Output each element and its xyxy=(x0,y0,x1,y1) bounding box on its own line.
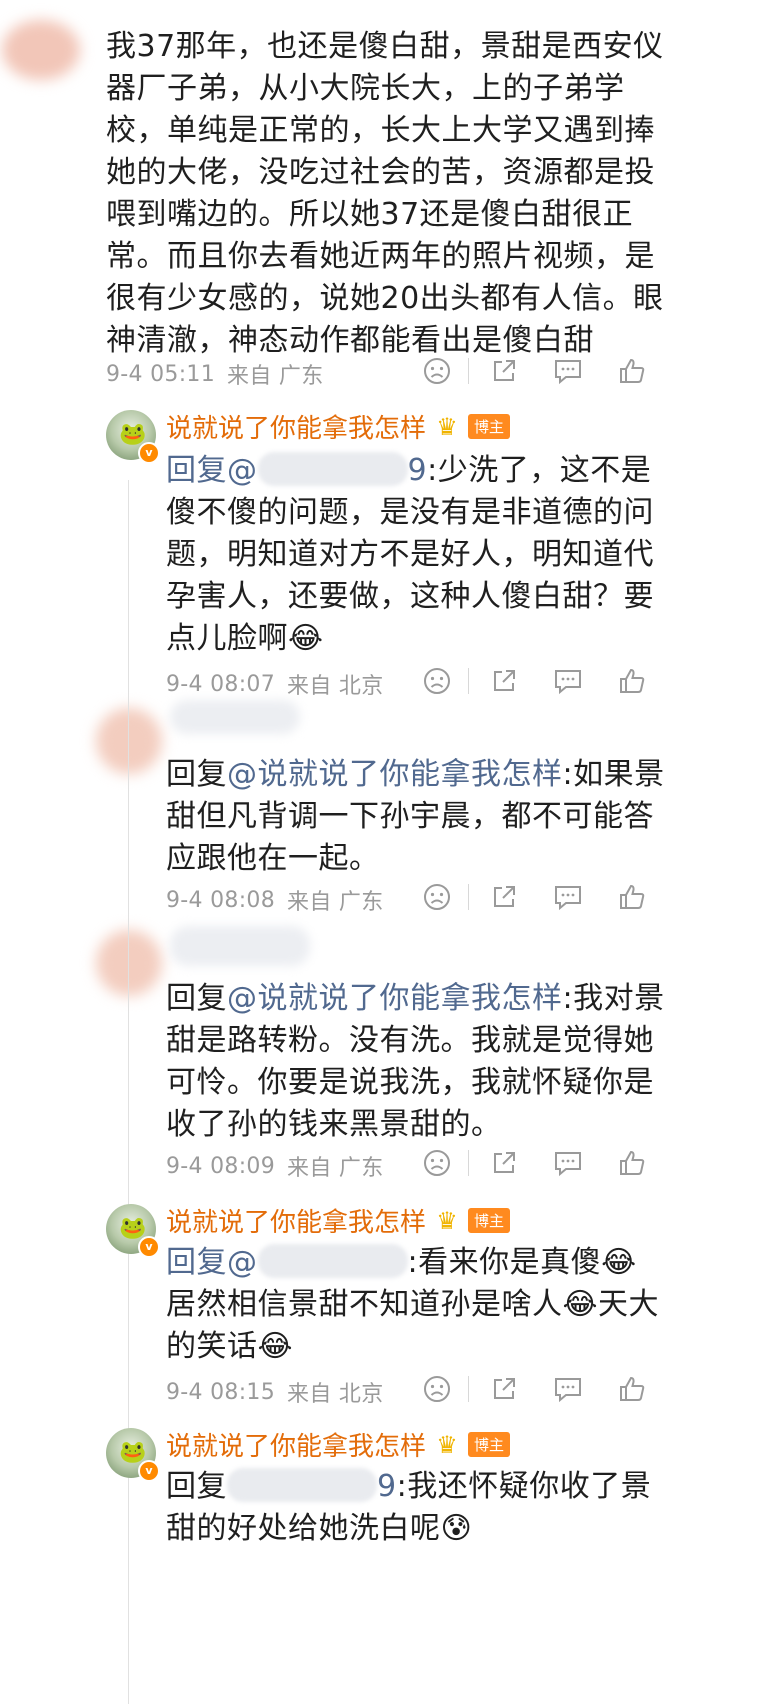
meta-divider xyxy=(468,884,469,910)
frown-icon[interactable] xyxy=(420,1372,454,1406)
avatar[interactable]: 🐸 v xyxy=(106,1204,160,1258)
reply-text: 回复@:看来你是真傻😂居然相信景甜不知道孙是啥人😂天大的笑话😂 xyxy=(166,1242,666,1368)
comment-meta: 9-4 08:07 来自 北京 xyxy=(166,664,706,704)
crown-icon: ♛ xyxy=(436,412,458,441)
mention-tail: 9 xyxy=(407,453,428,488)
like-icon[interactable] xyxy=(615,1146,649,1180)
comment-icon[interactable] xyxy=(551,1146,585,1180)
frown-icon[interactable] xyxy=(420,354,454,388)
crown-icon: ♛ xyxy=(436,1206,458,1235)
frown-icon[interactable] xyxy=(420,1146,454,1180)
blurred-username xyxy=(170,926,310,966)
comment-icon[interactable] xyxy=(551,880,585,914)
redacted-mention xyxy=(257,1244,408,1278)
verified-badge-icon: v xyxy=(138,442,160,464)
blurred-avatar xyxy=(2,20,80,80)
mention-link[interactable]: @说就说了你能拿我怎样 xyxy=(227,757,563,792)
comment-location: 来自 广东 xyxy=(227,364,324,389)
comment-meta: 9-4 05:11 来自 广东 xyxy=(106,354,706,394)
reply-comment: 回复@说就说了你能拿我怎样:如果景甜但凡背调一下孙宇晨，都不可能答应跟他在一起。 xyxy=(166,754,666,880)
username-row: 说就说了你能拿我怎样 ♛ 博主 xyxy=(166,408,511,445)
meta-divider xyxy=(468,668,469,694)
share-icon[interactable] xyxy=(487,1146,521,1180)
author-tag: 博主 xyxy=(468,1208,511,1233)
comment-location: 来自 北京 xyxy=(287,674,384,699)
meta-divider xyxy=(468,1376,469,1402)
verified-badge-icon: v xyxy=(138,1236,160,1258)
username-row: 说就说了你能拿我怎样 ♛ 博主 xyxy=(166,1202,511,1239)
comment-meta: 9-4 08:09 来自 广东 xyxy=(166,1146,706,1186)
redacted-mention xyxy=(257,452,408,486)
like-icon[interactable] xyxy=(615,664,649,698)
share-icon[interactable] xyxy=(487,664,521,698)
like-icon[interactable] xyxy=(615,880,649,914)
mention-tail: 9 xyxy=(377,1469,397,1504)
author-tag: 博主 xyxy=(468,414,511,439)
username[interactable]: 说就说了你能拿我怎样 xyxy=(166,1426,426,1463)
comment-date: 9-4 08:15 xyxy=(166,1379,276,1405)
crown-icon: ♛ xyxy=(436,1430,458,1459)
like-icon[interactable] xyxy=(615,1372,649,1406)
comment-location: 来自 北京 xyxy=(287,1382,384,1407)
reply-text: 回复@说就说了你能拿我怎样:我对景甜是路转粉。没有洗。我就是觉得她可怜。你要是说… xyxy=(166,978,666,1146)
avatar[interactable]: 🐸 v xyxy=(106,410,160,464)
author-tag: 博主 xyxy=(468,1432,511,1457)
reply-comment: 回复@:看来你是真傻😂居然相信景甜不知道孙是啥人😂天大的笑话😂 xyxy=(166,1242,666,1368)
share-icon[interactable] xyxy=(487,1372,521,1406)
blurred-avatar xyxy=(96,930,162,996)
username[interactable]: 说就说了你能拿我怎样 xyxy=(166,408,426,445)
reply-text: 回复 9:我还怀疑你收了景甜的好处给她洗白呢😰 xyxy=(166,1466,666,1550)
username-row: 说就说了你能拿我怎样 ♛ 博主 xyxy=(166,1426,511,1463)
frown-icon[interactable] xyxy=(420,664,454,698)
comment-icon[interactable] xyxy=(551,354,585,388)
mention-link[interactable]: @说就说了你能拿我怎样 xyxy=(227,981,563,1016)
reply-comment: 回复@ 9:少洗了，这不是傻不傻的问题，是没有是非道德的问题，明知道对方不是好人，… xyxy=(166,450,666,660)
blurred-avatar xyxy=(96,708,162,774)
reply-text: 回复@说就说了你能拿我怎样:如果景甜但凡背调一下孙宇晨，都不可能答应跟他在一起。 xyxy=(166,754,666,880)
blurred-username xyxy=(170,700,300,734)
reply-prefix: 回复 xyxy=(166,1469,227,1504)
comment-meta: 9-4 08:15 来自 北京 xyxy=(166,1372,706,1412)
comment-meta: 9-4 08:08 来自 广东 xyxy=(166,880,706,920)
comment-date: 9-4 08:09 xyxy=(166,1153,276,1179)
comment-date: 9-4 08:07 xyxy=(166,671,276,697)
comment-icon[interactable] xyxy=(551,664,585,698)
avatar[interactable]: 🐸 v xyxy=(106,1428,160,1482)
comment-location: 来自 广东 xyxy=(287,1156,384,1181)
reply-prefix: 回复@ xyxy=(166,1245,258,1280)
reply-prefix: 回复 xyxy=(166,981,227,1016)
comment-icon[interactable] xyxy=(551,1372,585,1406)
share-icon[interactable] xyxy=(487,880,521,914)
reply-comment: 回复 9:我还怀疑你收了景甜的好处给她洗白呢😰 xyxy=(166,1466,666,1550)
username[interactable]: 说就说了你能拿我怎样 xyxy=(166,1202,426,1239)
comment-date: 9-4 05:11 xyxy=(106,361,216,387)
meta-divider xyxy=(468,358,469,384)
reply-comment: 回复@说就说了你能拿我怎样:我对景甜是路转粉。没有洗。我就是觉得她可怜。你要是说… xyxy=(166,978,666,1146)
share-icon[interactable] xyxy=(487,354,521,388)
top-comment: 我37那年，也还是傻白甜，景甜是西安仪器厂子弟，从小大院长大，上的子弟学校，单纯… xyxy=(106,26,666,362)
like-icon[interactable] xyxy=(615,354,649,388)
comment-thread-page: 我37那年，也还是傻白甜，景甜是西安仪器厂子弟，从小大院长大，上的子弟学校，单纯… xyxy=(0,0,769,1704)
reply-prefix: 回复@ xyxy=(166,453,258,488)
verified-badge-icon: v xyxy=(138,1460,160,1482)
comment-date: 9-4 08:08 xyxy=(166,887,276,913)
frown-icon[interactable] xyxy=(420,880,454,914)
redacted-mention xyxy=(227,1468,377,1502)
comment-text: 我37那年，也还是傻白甜，景甜是西安仪器厂子弟，从小大院长大，上的子弟学校，单纯… xyxy=(106,29,664,358)
thread-line xyxy=(128,480,129,1704)
reply-text: 回复@ 9:少洗了，这不是傻不傻的问题，是没有是非道德的问题，明知道对方不是好人，… xyxy=(166,450,666,660)
comment-location: 来自 广东 xyxy=(287,890,384,915)
reply-prefix: 回复 xyxy=(166,757,227,792)
meta-divider xyxy=(468,1150,469,1176)
